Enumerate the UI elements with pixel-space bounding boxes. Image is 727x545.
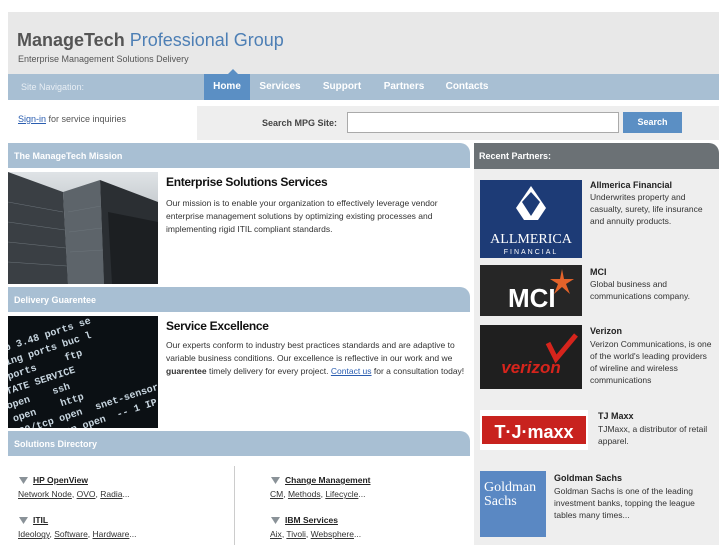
directory-link[interactable]: Aix (270, 529, 282, 539)
search-button[interactable]: Search (623, 112, 682, 133)
brand-subname: Professional Group (129, 30, 284, 50)
mci-logo-text: MCI (508, 283, 556, 313)
verizon-logo-text: verizon (501, 358, 561, 377)
directory-title[interactable]: ITIL (33, 515, 48, 525)
arrow-icon (271, 517, 280, 525)
directory-link[interactable]: Software (54, 529, 88, 539)
partner-desc: Global business and communications compa… (590, 279, 690, 301)
directory-link[interactable]: Tivoli (286, 529, 306, 539)
directory-link[interactable]: CM (270, 489, 283, 499)
directory-item-ibm-services: IBM Services Aix, Tivoli, Websphere... (270, 515, 362, 540)
delivery-text-1: Our experts conform to industry best pra… (166, 340, 455, 363)
nav-item-home[interactable]: Home (204, 74, 250, 100)
main-nav: Site Navigation: Home Services Support P… (8, 69, 719, 100)
section-title-mission: The ManageTech Mission (14, 151, 123, 161)
directory-link[interactable]: Network Node (18, 489, 72, 499)
brand-name: ManageTech (17, 30, 125, 50)
signin-row: Sign-in for service inquiries (18, 114, 126, 124)
partner-tjmaxx: T·J·maxx TJ Maxx TJMaxx, a distributor o… (474, 406, 719, 462)
partner-name: MCI (590, 267, 607, 277)
directory-link[interactable]: Ideology (18, 529, 50, 539)
partner-desc: Verizon Communications, is one of the wo… (590, 339, 712, 385)
partner-desc: Goldman Sachs is one of the leading inve… (554, 486, 695, 520)
directory-item-itil: ITIL Ideology, Software, Hardware... (18, 515, 137, 540)
search-input[interactable] (347, 112, 619, 133)
allmerica-logo-text: ALLMERICA (490, 232, 573, 247)
nav-item-partners[interactable]: Partners (376, 74, 432, 100)
site-logo[interactable]: ManageTech Professional Group (17, 30, 284, 51)
delivery-text-2: timely delivery for every project. (209, 366, 329, 376)
verizon-logo[interactable]: verizon (480, 325, 582, 389)
section-title-partners: Recent Partners: (479, 151, 552, 161)
directory-title[interactable]: Change Management (285, 475, 371, 485)
terminal-image: ssmp 3.48 ports se esting ports buc l 53… (8, 316, 158, 428)
section-bar-delivery: Delivery Guarentee (8, 287, 470, 312)
mission-title: Enterprise Solutions Services (166, 175, 328, 189)
partner-mci: MCI MCI Global business and communicatio… (474, 264, 719, 318)
directory-link[interactable]: Hardware (93, 529, 130, 539)
goldman-logo-line1: Goldman (484, 480, 536, 495)
nav-item-support[interactable]: Support (316, 74, 368, 100)
partner-name: TJ Maxx (598, 411, 634, 421)
section-bar-partners: Recent Partners: (474, 143, 719, 169)
goldman-logo-line2: Sachs (484, 494, 517, 509)
tjmaxx-logo[interactable]: T·J·maxx (480, 410, 588, 450)
site-header: ManageTech Professional Group Enterprise… (8, 12, 719, 74)
tagline: Enterprise Management Solutions Delivery (18, 54, 189, 64)
partner-verizon: verizon Verizon Verizon Communications, … (474, 322, 719, 398)
mci-logo[interactable]: MCI (480, 265, 582, 316)
partner-name: Goldman Sachs (554, 473, 623, 483)
nav-item-contacts[interactable]: Contacts (440, 74, 494, 100)
directory-link[interactable]: Websphere (311, 529, 354, 539)
partner-name: Allmerica Financial (590, 180, 673, 190)
directory-link[interactable]: Methods (288, 489, 321, 499)
section-bar-directory: Solutions Directory (8, 431, 470, 456)
directory-link[interactable]: Radia (100, 489, 122, 499)
arrow-icon (19, 477, 28, 485)
allmerica-eagle-icon: ALLMERICA FINANCIAL (490, 186, 573, 256)
directory-item-change-management: Change Management CM, Methods, Lifecycle… (270, 475, 371, 500)
allmerica-logo-sub: FINANCIAL (504, 249, 559, 256)
mission-text: Our mission is to enable your organizati… (166, 198, 438, 234)
section-title-directory: Solutions Directory (14, 439, 98, 449)
delivery-text: Our experts conform to industry best pra… (166, 339, 466, 378)
directory-title[interactable]: IBM Services (285, 515, 338, 525)
search-bar: Search MPG Site: Search (197, 106, 719, 140)
search-label: Search MPG Site: (262, 118, 338, 128)
signin-text: for service inquiries (48, 114, 127, 124)
delivery-text-bold: guarentee (166, 366, 207, 376)
contact-us-link[interactable]: Contact us (331, 366, 372, 376)
tjmaxx-logo-text: T·J·maxx (494, 422, 573, 442)
directory-divider (234, 466, 235, 545)
signin-link[interactable]: Sign-in (18, 114, 46, 124)
verizon-check-icon (545, 333, 578, 364)
partner-name: Verizon (590, 326, 623, 336)
allmerica-logo[interactable]: ALLMERICA FINANCIAL (480, 180, 582, 258)
section-title-delivery: Delivery Guarentee (14, 295, 97, 305)
nav-label: Site Navigation: (21, 82, 85, 92)
directory-link[interactable]: Lifecycle (325, 489, 358, 499)
partner-allmerica: ALLMERICA FINANCIAL Allmerica Financial … (474, 176, 719, 260)
directory-title[interactable]: HP OpenView (33, 475, 88, 485)
directory-link[interactable]: OVO (77, 489, 96, 499)
arrow-icon (271, 477, 280, 485)
delivery-text-3: for a consultation today! (373, 366, 465, 376)
delivery-title: Service Excellence (166, 319, 269, 333)
directory-item-hp-openview: HP OpenView Network Node, OVO, Radia... (18, 475, 130, 500)
partner-desc: TJMaxx, a distributor of retail apparel. (598, 424, 708, 446)
partner-desc: Underwrites property and casualty, suret… (590, 192, 703, 226)
partner-goldman-sachs: Goldman Sachs Goldman Sachs Goldman Sach… (474, 470, 719, 545)
skyscraper-image (8, 172, 158, 284)
nav-active-arrow-icon (228, 69, 238, 74)
nav-item-services[interactable]: Services (254, 74, 306, 100)
section-bar-mission: The ManageTech Mission (8, 143, 470, 168)
goldman-sachs-logo[interactable]: Goldman Sachs (480, 471, 546, 537)
arrow-icon (19, 517, 28, 525)
